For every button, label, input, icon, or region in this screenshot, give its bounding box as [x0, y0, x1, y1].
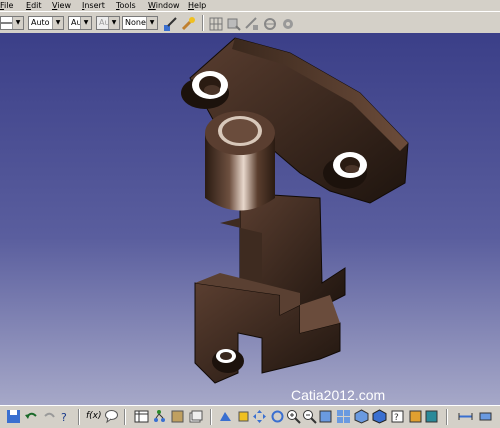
chevron-down-icon[interactable]: ▼ — [12, 17, 23, 29]
color-combo[interactable]: Aut ▼ — [68, 16, 92, 30]
normal-view-icon[interactable] — [318, 409, 333, 424]
watermark-text: Catia2012.com — [291, 387, 386, 403]
tree-icon[interactable] — [152, 409, 167, 424]
grid-icon[interactable] — [208, 16, 224, 32]
menu-view[interactable]: View — [52, 0, 71, 11]
menu-edit-label: dit — [31, 1, 42, 10]
help-icon[interactable]: ? — [58, 409, 73, 424]
line-weight-combo[interactable]: Auto ▼ — [28, 16, 64, 30]
toolbar-separator — [446, 409, 448, 425]
comment-icon[interactable] — [104, 409, 119, 424]
fit-all-icon[interactable] — [236, 409, 251, 424]
sheets-icon[interactable] — [188, 409, 203, 424]
formula-button[interactable]: f(x) — [86, 409, 102, 424]
zoom-in-icon[interactable] — [286, 409, 301, 424]
part-model[interactable] — [0, 33, 500, 405]
menu-tools-label: ools — [119, 1, 136, 10]
iso-view-icon[interactable] — [354, 409, 369, 424]
menu-help[interactable]: Help — [188, 0, 206, 11]
pan-icon[interactable] — [252, 409, 267, 424]
scan-icon[interactable] — [170, 409, 185, 424]
paint-brush-icon[interactable] — [162, 16, 178, 32]
menu-view-label: iew — [57, 1, 71, 10]
menu-window-mnemonic: W — [148, 1, 156, 10]
menu-insert[interactable]: Insert — [82, 0, 105, 11]
svg-text:?: ? — [394, 413, 399, 423]
constraint-icon[interactable] — [262, 16, 278, 32]
chevron-down-icon[interactable]: ▼ — [80, 17, 91, 29]
toolbar-separator — [124, 409, 126, 425]
linetype-combo[interactable]: ▼ — [0, 16, 24, 30]
material-icon[interactable] — [424, 409, 439, 424]
menu-file-label: ile — [4, 1, 14, 10]
hide-show-icon[interactable]: ? — [390, 409, 405, 424]
undo-icon[interactable] — [24, 409, 39, 424]
measure-item-icon[interactable] — [478, 409, 493, 424]
toolbar-separator — [202, 15, 204, 31]
render-style-combo[interactable]: None ▼ — [122, 16, 158, 30]
3d-viewport[interactable]: Catia2012.com — [0, 33, 500, 405]
menu-window-label: indow — [155, 1, 180, 10]
gear-icon[interactable] — [280, 16, 296, 32]
menu-file[interactable]: File — [0, 0, 13, 11]
save-icon[interactable] — [6, 409, 21, 424]
menu-insert-label: nsert — [84, 1, 105, 10]
menu-edit[interactable]: Edit — [26, 0, 42, 11]
measure-between-icon[interactable] — [458, 409, 473, 424]
chevron-down-icon[interactable]: ▼ — [52, 17, 63, 29]
render-style-value: None — [125, 18, 146, 27]
graphic-properties-toolbar: ▼ Auto ▼ Aut ▼ Aut ▼ None ▼ — [0, 11, 500, 33]
toolbar-separator — [78, 409, 80, 425]
sketch-analysis-icon[interactable] — [226, 16, 242, 32]
menu-help-label: elp — [194, 1, 207, 10]
chevron-down-icon[interactable]: ▼ — [108, 17, 119, 29]
measure-icon[interactable] — [244, 16, 260, 32]
line-weight-value: Auto — [31, 18, 50, 27]
zoom-out-icon[interactable] — [302, 409, 317, 424]
bottom-toolbar: ? f(x) ? — [0, 405, 500, 428]
svg-text:?: ? — [61, 411, 67, 424]
shading-icon[interactable] — [372, 409, 387, 424]
chevron-down-icon[interactable]: ▼ — [146, 17, 157, 29]
copy-format-icon[interactable] — [180, 16, 196, 32]
layer-combo[interactable]: Aut ▼ — [96, 16, 120, 30]
fly-mode-icon[interactable] — [218, 409, 233, 424]
redo-icon[interactable] — [42, 409, 57, 424]
menu-bar: File Edit View Insert Tools Window Help — [0, 0, 500, 11]
rotate-icon[interactable] — [270, 409, 285, 424]
multi-view-icon[interactable] — [336, 409, 351, 424]
toolbar-separator — [210, 409, 212, 425]
menu-window[interactable]: Window — [148, 0, 180, 11]
menu-tools[interactable]: Tools — [116, 0, 136, 11]
swap-space-icon[interactable] — [408, 409, 423, 424]
table-icon[interactable] — [134, 409, 149, 424]
